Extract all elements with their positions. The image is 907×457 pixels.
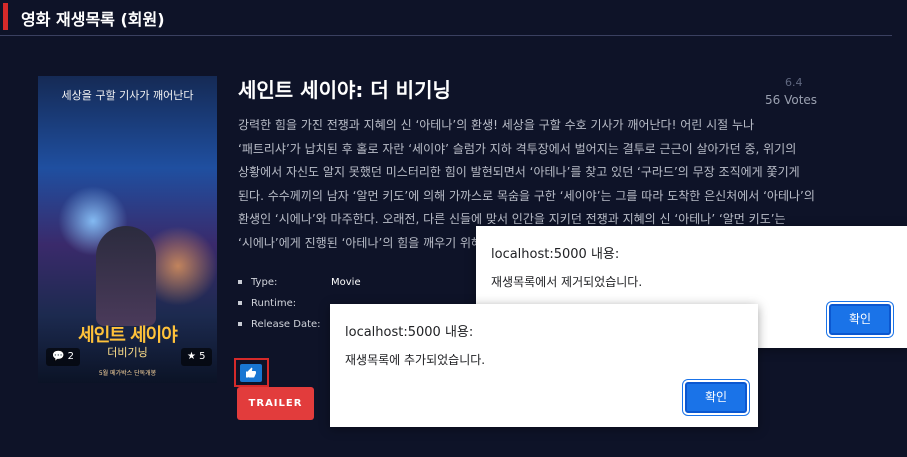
- section-header: 영화 재생목록 (회원): [0, 0, 892, 36]
- thumbs-up-icon: [240, 364, 262, 382]
- dialog-host: localhost:5000 내용:: [345, 325, 474, 340]
- rating-count: 5: [199, 351, 206, 362]
- movie-votes: 56 Votes: [765, 93, 818, 107]
- like-button[interactable]: [234, 358, 269, 387]
- bullet-icon: [238, 280, 242, 284]
- meta-runtime-label: Runtime:: [251, 298, 297, 309]
- dialog-ok-button[interactable]: 확인: [685, 382, 747, 413]
- movie-poster[interactable]: 세상을 구할 기사가 깨어난다 세인트 세이야 더비기닝 5월 메가박스 단독개…: [38, 76, 217, 383]
- poster-figure: [96, 226, 156, 326]
- section-title: 영화 재생목록 (회원): [21, 10, 165, 29]
- meta-type-label: Type:: [251, 277, 278, 288]
- movie-score: 6.4: [785, 76, 803, 89]
- trailer-button[interactable]: TRAILER: [237, 387, 314, 420]
- dialog-message: 재생목록에 추가되었습니다.: [345, 353, 486, 367]
- dialog-message: 재생목록에서 제거되었습니다.: [491, 275, 643, 289]
- meta-release-date: Release Date:: [238, 319, 331, 330]
- comments-badge: 💬 2: [46, 348, 81, 366]
- poster-release-note: 5월 메가박스 단독개봉: [98, 370, 157, 377]
- meta-runtime: Runtime:: [238, 298, 331, 309]
- meta-type: Type: Movie: [238, 277, 361, 288]
- meta-release-label: Release Date:: [251, 319, 321, 330]
- dialog-ok-button[interactable]: 확인: [829, 304, 891, 335]
- comment-icon: 💬: [52, 351, 65, 362]
- header-accent-bar: [3, 3, 8, 30]
- movie-title: 세인트 세이야: 더 비기닝: [238, 78, 451, 102]
- star-icon: ★: [187, 351, 196, 362]
- dialog-host: localhost:5000 내용:: [491, 247, 620, 262]
- bullet-icon: [238, 301, 242, 305]
- comments-count: 2: [67, 351, 75, 362]
- poster-tagline: 세상을 구할 기사가 깨어난다: [61, 89, 194, 102]
- rating-badge: ★ 5: [181, 348, 212, 366]
- meta-type-value: Movie: [331, 277, 361, 288]
- bullet-icon: [238, 322, 242, 326]
- alert-dialog-added: localhost:5000 내용: 재생목록에 추가되었습니다. 확인: [330, 304, 758, 427]
